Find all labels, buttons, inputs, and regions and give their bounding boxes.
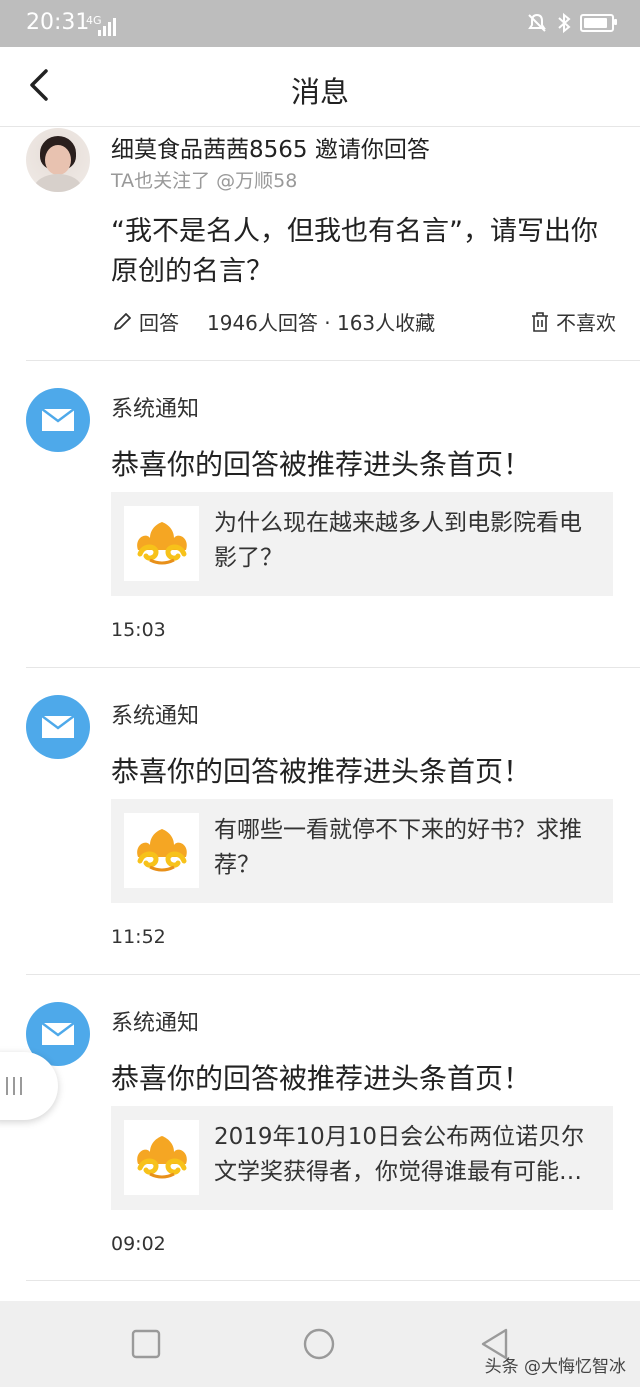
question-preview[interactable]: 有哪些一看就停不下来的好书？求推荐？ bbox=[111, 799, 613, 903]
question-preview[interactable]: 2019年10月10日会公布两位诺贝尔文学奖获得者，你觉得谁最有可能获奖？ bbox=[111, 1106, 613, 1210]
home-icon[interactable] bbox=[302, 1327, 336, 1361]
notification-label: 系统通知 bbox=[111, 397, 200, 422]
invite-question[interactable]: “我不是名人，但我也有名言”，请写出你原创的名言？ bbox=[111, 212, 616, 292]
notification-label: 系统通知 bbox=[111, 704, 200, 729]
follow-note: TA也关注了 @万顺58 bbox=[111, 170, 298, 192]
preview-question-text: 有哪些一看就停不下来的好书？求推荐？ bbox=[214, 817, 582, 878]
inviter-avatar[interactable] bbox=[26, 128, 90, 192]
invite-meta: 回答 1946人回答 · 163人收藏 不喜欢 bbox=[111, 307, 616, 337]
top-nav-bar: 消息 bbox=[0, 47, 640, 127]
notification-message: 恭喜你的回答被推荐进头条首页！ bbox=[111, 448, 532, 481]
notification-time: 09:02 bbox=[111, 1233, 166, 1255]
status-bar: 20:31 4G bbox=[0, 0, 640, 47]
dislike-label: 不喜欢 bbox=[556, 311, 616, 335]
notification-message: 恭喜你的回答被推荐进头条首页！ bbox=[111, 755, 532, 788]
question-stats: 1946人回答 · 163人收藏 bbox=[207, 311, 436, 335]
notification-time: 15:03 bbox=[111, 619, 166, 641]
mute-bell-icon bbox=[528, 13, 546, 32]
wukong-logo-icon bbox=[124, 813, 199, 888]
inviter-name[interactable]: 细莫食品茜茜8565 bbox=[111, 137, 308, 163]
answer-button[interactable]: 回答 bbox=[111, 307, 179, 336]
notification-label: 系统通知 bbox=[111, 1011, 200, 1036]
dislike-button[interactable]: 不喜欢 bbox=[530, 307, 616, 336]
notification-item[interactable]: 系统通知 恭喜你的回答被推荐进头条首页！ 有哪些一看就停不下来的好书？求推荐？ … bbox=[0, 668, 640, 974]
recent-apps-icon[interactable] bbox=[129, 1327, 163, 1361]
notification-item[interactable]: 系统通知 恭喜你的回答被推荐进头条首页！ 2019年10月10日会公布两位诺贝尔… bbox=[0, 975, 640, 1281]
preview-question-text: 为什么现在越来越多人到电影院看电影了？ bbox=[214, 510, 582, 571]
bluetooth-icon bbox=[558, 12, 571, 34]
preview-question-text: 2019年10月10日会公布两位诺贝尔文学奖获得者，你觉得谁最有可能获奖？ bbox=[214, 1124, 585, 1185]
status-time: 20:31 bbox=[26, 10, 90, 35]
mail-icon bbox=[26, 695, 90, 759]
battery-icon bbox=[580, 14, 617, 32]
question-preview[interactable]: 为什么现在越来越多人到电影院看电影了？ bbox=[111, 492, 613, 596]
notification-message: 恭喜你的回答被推荐进头条首页！ bbox=[111, 1062, 532, 1095]
wukong-logo-icon bbox=[124, 506, 199, 581]
divider bbox=[26, 1280, 640, 1281]
wukong-logo-icon bbox=[124, 1120, 199, 1195]
mail-icon bbox=[26, 388, 90, 452]
signal-icon bbox=[98, 18, 118, 36]
invite-headline: 细莫食品茜茜8565 邀请你回答 bbox=[111, 130, 430, 164]
notification-item[interactable]: 系统通知 恭喜你的回答被推荐进头条首页！ 为什么现在越来越多人到电影院看电影了？… bbox=[0, 361, 640, 667]
notification-time: 11:52 bbox=[111, 926, 166, 948]
page-title: 消息 bbox=[290, 75, 349, 109]
watermark: 头条 @大悔忆智冰 bbox=[484, 1357, 626, 1377]
trash-icon bbox=[532, 311, 548, 332]
status-icons bbox=[526, 12, 617, 34]
invite-action: 邀请你回答 bbox=[314, 137, 430, 163]
answer-label: 回答 bbox=[139, 311, 179, 335]
pencil-icon bbox=[114, 312, 131, 330]
invite-card[interactable]: 细莫食品茜茜8565 邀请你回答 TA也关注了 @万顺58 “我不是名人，但我也… bbox=[0, 126, 640, 360]
